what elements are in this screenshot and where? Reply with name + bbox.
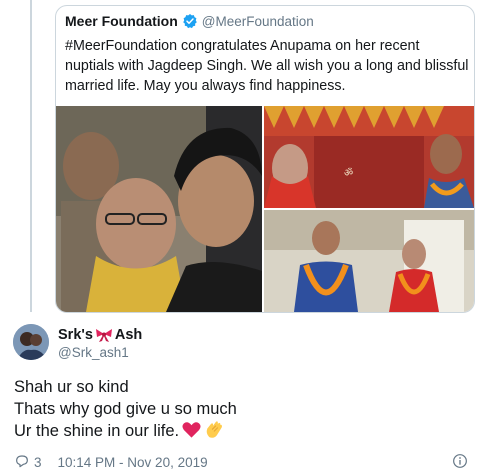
red-heart-icon: [182, 421, 201, 445]
reply-text-line: Ur the shine in our life.: [14, 422, 180, 440]
reply-icon: [14, 453, 30, 472]
reply-count: 3: [34, 454, 42, 470]
quoted-text-line: nuptials with Jagdeep Singh. We all wish…: [65, 58, 469, 74]
reply-tweet-text: Shah ur so kind Thats why god give u so …: [14, 376, 237, 445]
tweet-timestamp[interactable]: 10:14 PM - Nov 20, 2019: [58, 455, 208, 470]
quoted-text-line: married life. May you always find happin…: [65, 78, 346, 94]
reply-name-part: Ash: [114, 327, 143, 343]
info-icon[interactable]: [452, 453, 468, 472]
quoted-text-line: #MeerFoundation congratulates Anupama on…: [65, 38, 420, 54]
quoted-media-grid: ॐ: [56, 106, 474, 312]
clapping-hands-icon: [204, 420, 224, 445]
reply-author-name[interactable]: Srk's Ash: [58, 327, 142, 343]
quoted-author-handle[interactable]: @MeerFoundation: [202, 14, 314, 29]
svg-text:ॐ: ॐ: [344, 167, 353, 179]
photo-wedding-couple[interactable]: [264, 210, 474, 312]
reply-button[interactable]: 3: [14, 453, 42, 472]
reply-text-line: Shah ur so kind: [14, 378, 129, 396]
ribbon-bow-icon: [95, 327, 113, 343]
avatar[interactable]: [13, 324, 49, 360]
reply-text-line-with-emoji: Ur the shine in our life.: [14, 420, 237, 445]
photo-selfie[interactable]: [56, 106, 262, 312]
quoted-tweet[interactable]: Meer Foundation @MeerFoundation #MeerFou…: [55, 5, 475, 313]
quoted-author-name[interactable]: Meer Foundation: [65, 13, 178, 29]
photo-wedding-temple[interactable]: ॐ: [264, 106, 474, 208]
quoted-tweet-header: Meer Foundation @MeerFoundation: [65, 13, 314, 29]
tweet-footer: 3 10:14 PM - Nov 20, 2019: [14, 453, 474, 471]
quoted-tweet-text: #MeerFoundation congratulates Anupama on…: [65, 36, 469, 96]
thread-connector-line: [30, 0, 32, 312]
reply-author-handle[interactable]: @Srk_ash1: [58, 345, 129, 360]
verified-badge-icon: [182, 13, 198, 29]
reply-text-line: Thats why god give u so much: [14, 400, 237, 418]
reply-name-part: Srk's: [58, 327, 93, 343]
